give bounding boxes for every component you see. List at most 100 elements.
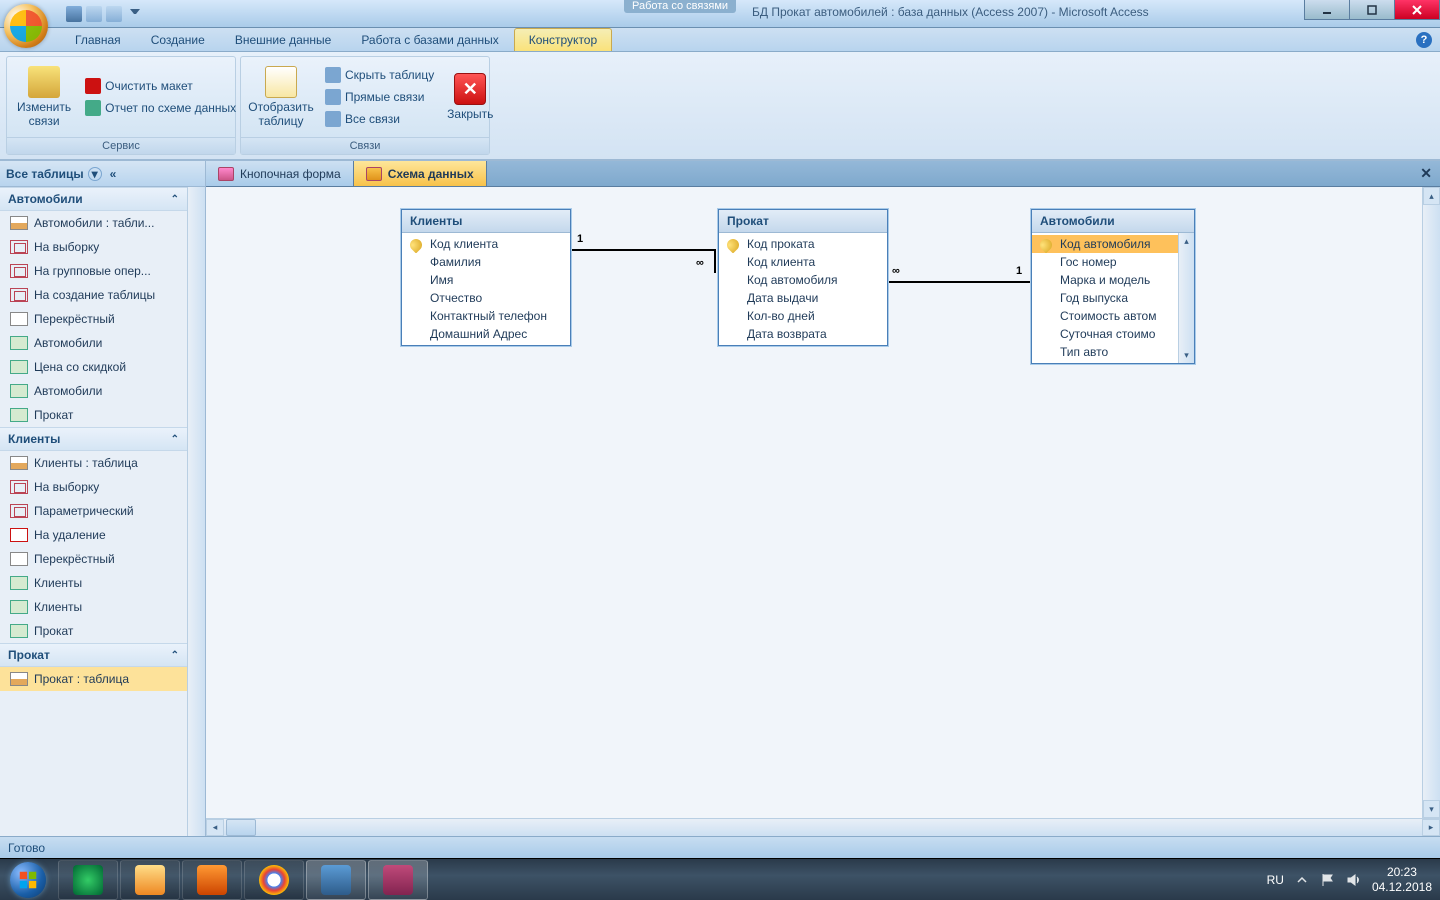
tab-external[interactable]: Внешние данные	[220, 28, 347, 51]
nav-item[interactable]: Цена со скидкой	[0, 355, 187, 379]
close-button-ribbon[interactable]: ✕ Закрыть	[442, 61, 498, 133]
nav-scrollbar[interactable]	[187, 187, 205, 836]
tray-lang[interactable]: RU	[1267, 873, 1284, 887]
nav-item[interactable]: На создание таблицы	[0, 283, 187, 307]
field-row[interactable]: Код автомобиля	[1032, 235, 1178, 253]
tab-design[interactable]: Конструктор	[514, 28, 612, 51]
task-item[interactable]	[120, 860, 180, 900]
nav-item[interactable]: Клиенты : таблица	[0, 451, 187, 475]
nav-item[interactable]: На выборку	[0, 475, 187, 499]
tray-up-icon[interactable]	[1294, 872, 1310, 888]
nav-group-header[interactable]: Прокат⌃	[0, 643, 187, 667]
task-item-access[interactable]	[368, 860, 428, 900]
table-rental[interactable]: Прокат Код прокатаКод клиентаКод автомоб…	[718, 209, 888, 346]
volume-icon[interactable]	[1346, 872, 1362, 888]
nav-group-header[interactable]: Автомобили⌃	[0, 187, 187, 211]
nav-item[interactable]: Клиенты	[0, 595, 187, 619]
field-row[interactable]: Суточная стоимо	[1032, 325, 1178, 343]
tab-database-tools[interactable]: Работа с базами данных	[346, 28, 513, 51]
nav-item[interactable]: Перекрёстный	[0, 547, 187, 571]
field-row[interactable]: Контактный телефон	[402, 307, 570, 325]
nav-item[interactable]: Перекрёстный	[0, 307, 187, 331]
table-scrollbar[interactable]: ▴▾	[1178, 233, 1194, 363]
field-row[interactable]: Отчество	[402, 289, 570, 307]
field-row[interactable]: Дата выдачи	[719, 289, 887, 307]
nav-item[interactable]: Параметрический	[0, 499, 187, 523]
schema-icon	[366, 167, 382, 181]
start-button[interactable]	[0, 859, 56, 900]
table-cars[interactable]: Автомобили Код автомобиляГос номерМарка …	[1031, 209, 1195, 364]
task-item[interactable]	[306, 860, 366, 900]
nav-header[interactable]: Все таблицы ▾ «	[0, 161, 205, 187]
nav-collapse-icon[interactable]: «	[110, 167, 117, 181]
table-clients[interactable]: Клиенты Код клиентаФамилияИмяОтчествоКон…	[401, 209, 571, 346]
nav-item[interactable]: На выборку	[0, 235, 187, 259]
field-row[interactable]: Стоимость автом	[1032, 307, 1178, 325]
field-row[interactable]: Год выпуска	[1032, 289, 1178, 307]
relationship-report-button[interactable]: Отчет по схеме данных	[81, 98, 240, 118]
task-item[interactable]	[244, 860, 304, 900]
btn-label: Отчет по схеме данных	[105, 101, 236, 115]
save-icon[interactable]	[66, 6, 82, 22]
report-icon	[10, 624, 28, 638]
doc-tab-schema[interactable]: Схема данных	[354, 161, 487, 186]
direct-relationships-button[interactable]: Прямые связи	[321, 87, 438, 107]
field-row[interactable]: Гос номер	[1032, 253, 1178, 271]
nav-item[interactable]: Автомобили	[0, 331, 187, 355]
hide-table-button[interactable]: Скрыть таблицу	[321, 65, 438, 85]
nav-dropdown-icon[interactable]: ▾	[88, 167, 102, 181]
field-row[interactable]: Код клиента	[402, 235, 570, 253]
status-text: Готово	[8, 841, 45, 855]
doc-tab-form[interactable]: Кнопочная форма	[206, 161, 354, 186]
nav-item-label: Прокат	[34, 408, 73, 422]
nav-item[interactable]: Прокат : таблица	[0, 667, 187, 691]
table-title: Прокат	[719, 210, 887, 233]
field-row[interactable]: Тип авто	[1032, 343, 1178, 361]
ribbon: Изменить связи Очистить макет Отчет по с…	[0, 52, 1440, 160]
help-icon[interactable]: ?	[1416, 32, 1432, 48]
close-tab-icon[interactable]: ✕	[1412, 161, 1440, 186]
word-icon	[321, 865, 351, 895]
field-row[interactable]: Кол-во дней	[719, 307, 887, 325]
field-row[interactable]: Имя	[402, 271, 570, 289]
canvas-h-scrollbar[interactable]: ◂▸	[206, 818, 1440, 836]
undo-icon[interactable]	[86, 6, 102, 22]
clear-layout-button[interactable]: Очистить макет	[81, 76, 240, 96]
clock[interactable]: 20:2304.12.2018	[1372, 865, 1432, 895]
field-row[interactable]: Код проката	[719, 235, 887, 253]
nav-item[interactable]: На групповые опер...	[0, 259, 187, 283]
field-row[interactable]: Дата возврата	[719, 325, 887, 343]
field-row[interactable]: Домашний Адрес	[402, 325, 570, 343]
access-icon	[383, 865, 413, 895]
flag-icon[interactable]	[1320, 872, 1336, 888]
field-row[interactable]: Фамилия	[402, 253, 570, 271]
nav-item[interactable]: Прокат	[0, 403, 187, 427]
nav-item[interactable]: Автомобили	[0, 379, 187, 403]
minimize-button[interactable]	[1304, 0, 1350, 20]
office-button[interactable]	[4, 4, 48, 48]
nav-group-header[interactable]: Клиенты⌃	[0, 427, 187, 451]
relationships-canvas[interactable]: 1 ∞ ∞ 1 Клиенты Код клиентаФамилияИмяОтч…	[206, 187, 1422, 818]
qat-dropdown-icon[interactable]	[130, 9, 140, 19]
redo-icon[interactable]	[106, 6, 122, 22]
edit-relationships-button[interactable]: Изменить связи	[11, 61, 77, 133]
nav-item[interactable]: Клиенты	[0, 571, 187, 595]
close-button[interactable]	[1394, 0, 1440, 20]
tab-label: Схема данных	[388, 167, 474, 181]
nav-item[interactable]: Автомобили : табли...	[0, 211, 187, 235]
nav-item[interactable]: На удаление	[0, 523, 187, 547]
all-relationships-button[interactable]: Все связи	[321, 109, 438, 129]
show-table-button[interactable]: Отобразить таблицу	[245, 61, 317, 133]
nav-item-label: На выборку	[34, 480, 99, 494]
tab-home[interactable]: Главная	[60, 28, 136, 51]
close-x-icon: ✕	[454, 73, 486, 105]
field-row[interactable]: Код автомобиля	[719, 271, 887, 289]
task-item[interactable]	[182, 860, 242, 900]
field-row[interactable]: Марка и модель	[1032, 271, 1178, 289]
canvas-v-scrollbar[interactable]: ▴▾	[1422, 187, 1440, 818]
nav-item[interactable]: Прокат	[0, 619, 187, 643]
task-item[interactable]	[58, 860, 118, 900]
field-row[interactable]: Код клиента	[719, 253, 887, 271]
tab-create[interactable]: Создание	[136, 28, 220, 51]
maximize-button[interactable]	[1349, 0, 1395, 20]
